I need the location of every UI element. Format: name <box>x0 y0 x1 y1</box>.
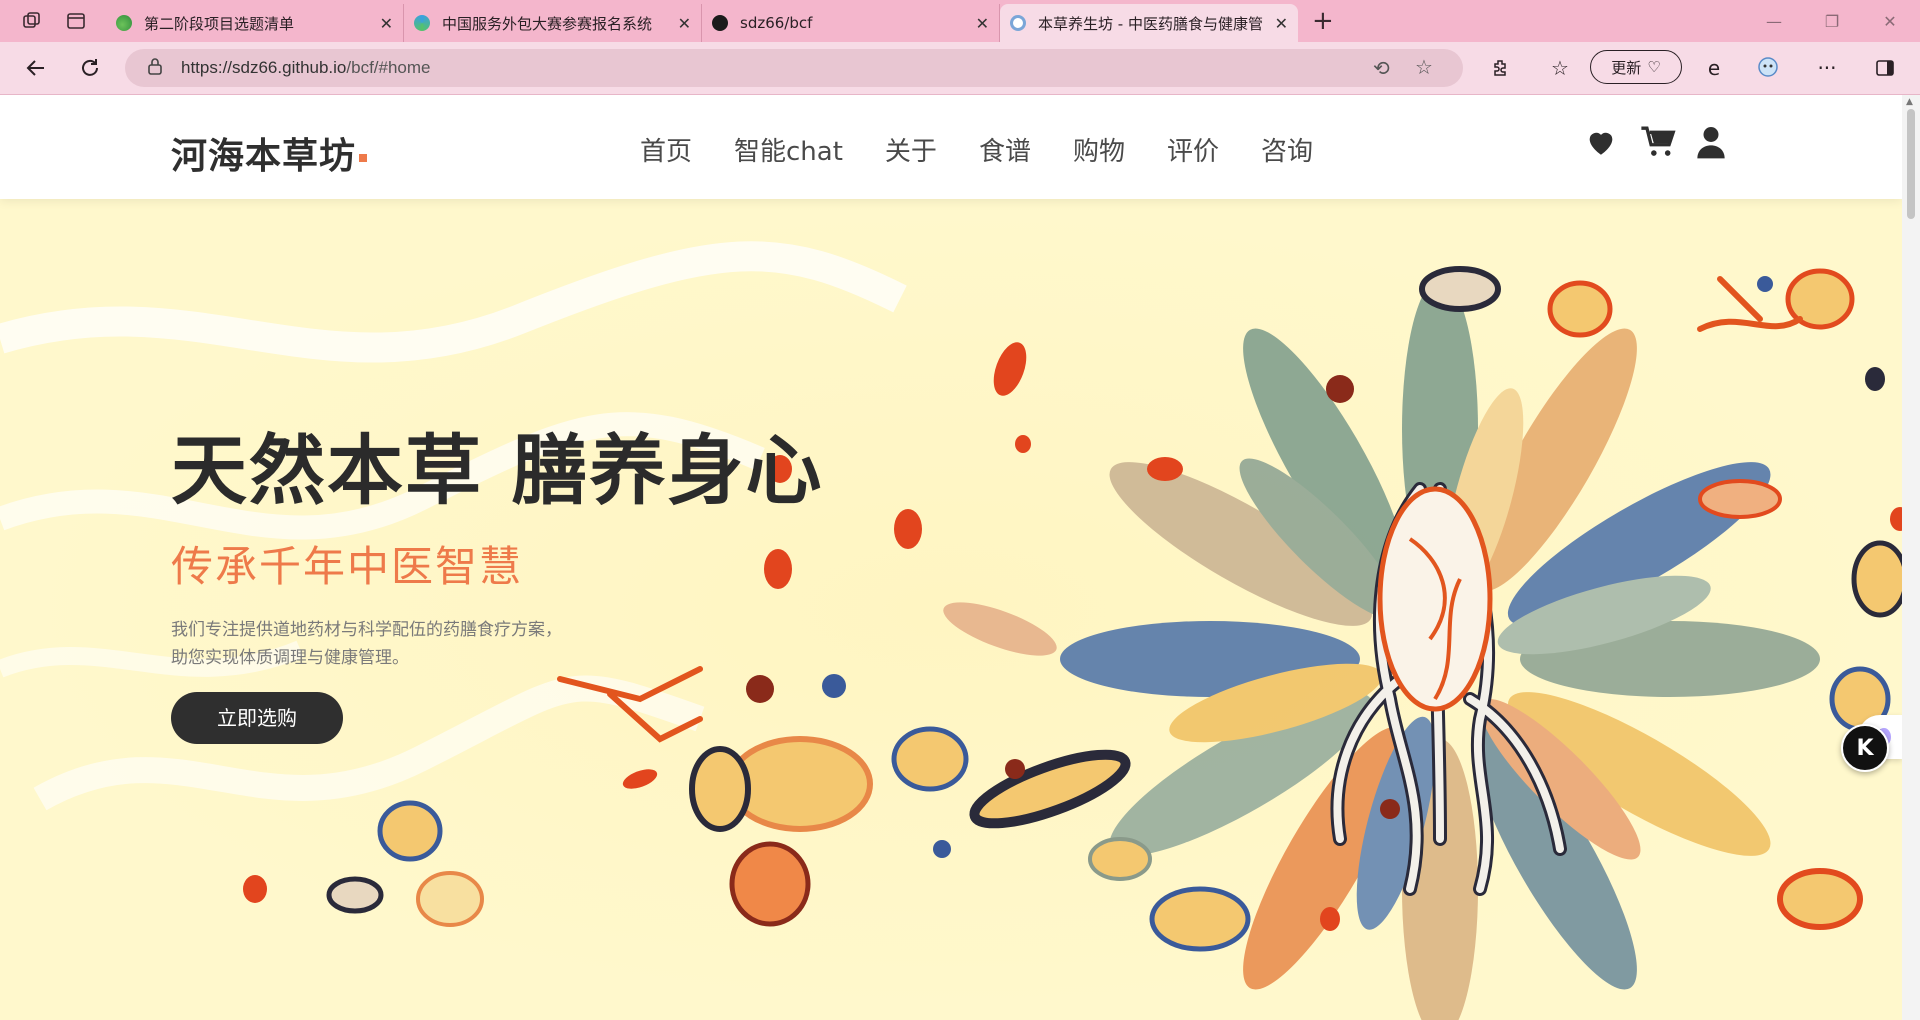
blue-logo-icon <box>414 15 430 31</box>
new-tab-icon[interactable]: + <box>1312 6 1334 36</box>
tab-title: 中国服务外包大赛参赛报名系统 <box>442 14 653 33</box>
page-scrollbar[interactable]: ▲ <box>1902 95 1920 1020</box>
tab-title: 本草养生坊 - 中医药膳食与健康管 <box>1038 14 1263 33</box>
hero-text: 天然本草 膳养身心 传承千年中医智慧 我们专注提供道地药材与科学配伍的药膳食疗方… <box>171 409 823 744</box>
back-icon[interactable] <box>18 50 54 86</box>
green-leaf-icon <box>116 15 132 31</box>
nav-home[interactable]: 首页 <box>640 131 692 168</box>
tab-title: sdz66/bcf <box>740 14 813 32</box>
url-host: https://sdz66.github.io <box>181 58 347 77</box>
gear-favicon-icon <box>1010 15 1026 31</box>
tab-title: 第二阶段项目选题清单 <box>144 14 295 33</box>
logo-dot <box>359 154 368 162</box>
main-nav: 首页 智能chat 关于 食谱 购物 评价 咨询 <box>640 131 1313 168</box>
close-icon[interactable]: ✕ <box>1275 14 1288 33</box>
nav-shop[interactable]: 购物 <box>1073 131 1125 168</box>
star-icon[interactable]: ☆ <box>1415 55 1433 79</box>
nav-chat[interactable]: 智能chat <box>734 131 843 168</box>
shop-now-button[interactable]: 立即选购 <box>171 692 343 744</box>
hero-desc-line: 我们专注提供道地药材与科学配伍的药膳食疗方案， <box>171 620 562 640</box>
address-bar: https://sdz66.github.io/bcf/#home ⟲ ☆ ☆ … <box>0 42 1920 95</box>
user-icon[interactable] <box>1696 125 1736 165</box>
close-icon[interactable]: ✕ <box>380 14 393 33</box>
favorites-icon[interactable]: ☆ <box>1543 51 1577 85</box>
heart-update-icon: ♡ <box>1647 58 1661 76</box>
nav-consult[interactable]: 咨询 <box>1261 131 1313 168</box>
hero-title: 天然本草 膳养身心 <box>171 426 824 515</box>
tab-bencao[interactable]: 本草养生坊 - 中医药膳食与健康管 ✕ <box>1000 4 1298 42</box>
hero-section: 天然本草 膳养身心 传承千年中医智慧 我们专注提供道地药材与科学配伍的药膳食疗方… <box>0 199 1902 1020</box>
scroll-up-icon[interactable]: ▲ <box>1906 97 1913 107</box>
update-label: 更新 <box>1611 58 1642 77</box>
refresh-icon[interactable] <box>72 50 108 86</box>
hero-desc-line: 助您实现体质调理与健康管理。 <box>171 648 409 668</box>
nav-about[interactable]: 关于 <box>885 131 937 168</box>
edge-icon[interactable]: e <box>1697 51 1731 85</box>
workspaces-icon[interactable] <box>14 3 50 39</box>
github-icon <box>712 15 728 31</box>
tab-bar: 第二阶段项目选题清单 ✕ 中国服务外包大赛参赛报名系统 ✕ sdz66/bcf … <box>0 0 1920 42</box>
site-logo[interactable]: 河海本草坊 <box>171 127 368 179</box>
heart-icon[interactable] <box>1584 125 1624 165</box>
extensions-icon[interactable] <box>1483 51 1517 85</box>
close-icon[interactable]: ✕ <box>678 14 691 33</box>
minimize-icon[interactable]: — <box>1745 0 1803 42</box>
url-path: /bcf/#home <box>346 58 431 77</box>
more-icon[interactable]: ··· <box>1810 51 1844 85</box>
hero-subtitle: 传承千年中医智慧 <box>171 542 524 591</box>
scroll-thumb[interactable] <box>1907 109 1915 219</box>
logo-text: 河海本草坊 <box>171 136 357 177</box>
lock-icon[interactable] <box>147 57 163 79</box>
profile-avatar-icon[interactable] <box>1751 51 1785 85</box>
tab-registration[interactable]: 中国服务外包大赛参赛报名系统 ✕ <box>404 4 702 42</box>
tab-actions-icon[interactable] <box>58 3 94 39</box>
url-text: https://sdz66.github.io/bcf/#home <box>181 58 431 78</box>
translate-icon[interactable]: ⟲ <box>1373 56 1390 80</box>
hero-description: 我们专注提供道地药材与科学配伍的药膳食疗方案， 助您实现体质调理与健康管理。 <box>171 616 823 672</box>
url-field[interactable]: https://sdz66.github.io/bcf/#home ⟲ ☆ <box>125 49 1463 87</box>
tab-github[interactable]: sdz66/bcf ✕ <box>702 4 1000 42</box>
window-close-icon[interactable]: ✕ <box>1861 0 1919 42</box>
site-header: 河海本草坊 首页 智能chat 关于 食谱 购物 评价 咨询 <box>0 95 1902 199</box>
nav-reviews[interactable]: 评价 <box>1167 131 1219 168</box>
tab-project-list[interactable]: 第二阶段项目选题清单 ✕ <box>106 4 404 42</box>
sidebar-icon[interactable] <box>1868 51 1902 85</box>
nav-recipes[interactable]: 食谱 <box>979 131 1031 168</box>
page-viewport: 河海本草坊 首页 智能chat 关于 食谱 购物 评价 咨询 天然本草 膳养身心… <box>0 95 1902 1020</box>
restore-icon[interactable]: ❐ <box>1803 0 1861 42</box>
close-icon[interactable]: ✕ <box>976 14 989 33</box>
cart-icon[interactable] <box>1640 125 1680 165</box>
update-button[interactable]: 更新 ♡ <box>1590 50 1682 84</box>
kimi-float-button[interactable]: K <box>1841 724 1889 772</box>
